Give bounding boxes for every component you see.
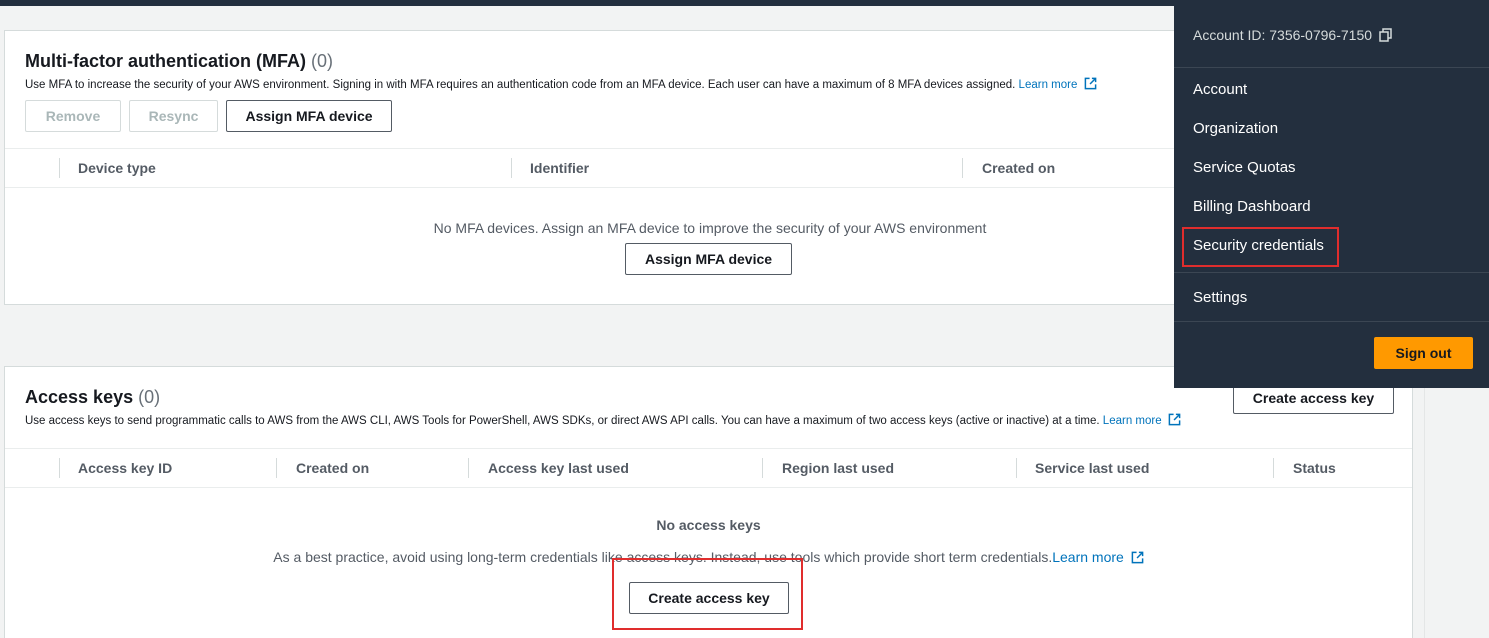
access-keys-empty-title: No access keys — [656, 517, 761, 533]
access-keys-empty-learn-more-link[interactable]: Learn more — [1052, 549, 1124, 565]
annotation-highlight-box — [612, 558, 803, 630]
external-link-icon — [1168, 413, 1181, 426]
column-divider — [468, 458, 469, 478]
external-link-icon — [1131, 551, 1144, 564]
menu-item-organization[interactable]: Organization — [1193, 120, 1278, 137]
account-dropdown-menu: Account ID: 7356-0796-7150 Account Organ… — [1174, 6, 1489, 388]
menu-item-account[interactable]: Account — [1193, 81, 1247, 98]
copy-icon[interactable] — [1379, 28, 1392, 42]
access-keys-description-text: Use access keys to send programmatic cal… — [25, 415, 1100, 427]
column-header-device-type[interactable]: Device type — [78, 149, 156, 187]
sign-out-button[interactable]: Sign out — [1374, 337, 1473, 369]
menu-divider — [1174, 272, 1489, 273]
external-link-icon — [1084, 77, 1096, 90]
column-divider — [511, 158, 512, 178]
column-header-created-on[interactable]: Created on — [982, 149, 1055, 187]
access-keys-description: Use access keys to send programmatic cal… — [25, 413, 1181, 427]
column-divider — [962, 158, 963, 178]
mfa-learn-more-link[interactable]: Learn more — [1019, 79, 1078, 91]
access-keys-table-header: Access key ID Created on Access key last… — [5, 448, 1412, 488]
mfa-description: Use MFA to increase the security of your… — [25, 77, 1097, 91]
column-header-access-key-id[interactable]: Access key ID — [78, 449, 172, 487]
column-header-identifier[interactable]: Identifier — [530, 149, 589, 187]
column-divider — [1273, 458, 1274, 478]
remove-button[interactable]: Remove — [25, 100, 121, 132]
column-divider — [59, 458, 60, 478]
column-header-service-last-used[interactable]: Service last used — [1035, 449, 1149, 487]
mfa-title: Multi-factor authentication (MFA) (0) — [25, 51, 333, 72]
column-divider — [276, 458, 277, 478]
account-id-text: Account ID: 7356-0796-7150 — [1193, 27, 1373, 43]
column-header-region-last-used[interactable]: Region last used — [782, 449, 894, 487]
access-keys-learn-more-link[interactable]: Learn more — [1103, 415, 1162, 427]
menu-divider — [1174, 321, 1489, 322]
column-divider — [1016, 458, 1017, 478]
access-keys-count: (0) — [138, 387, 161, 407]
menu-item-service-quotas[interactable]: Service Quotas — [1193, 159, 1296, 176]
menu-item-settings[interactable]: Settings — [1193, 289, 1247, 306]
column-divider — [762, 458, 763, 478]
column-header-access-key-last-used[interactable]: Access key last used — [488, 449, 629, 487]
column-divider — [59, 158, 60, 178]
mfa-count: (0) — [311, 51, 333, 71]
resync-button[interactable]: Resync — [129, 100, 218, 132]
column-header-created-on[interactable]: Created on — [296, 449, 369, 487]
access-keys-title: Access keys (0) — [25, 387, 160, 408]
mfa-title-text: Multi-factor authentication (MFA) — [25, 51, 306, 71]
account-id-row: Account ID: 7356-0796-7150 — [1193, 27, 1392, 43]
assign-mfa-device-empty-button[interactable]: Assign MFA device — [625, 243, 792, 275]
access-keys-title-text: Access keys — [25, 387, 134, 407]
mfa-description-text: Use MFA to increase the security of your… — [25, 79, 1016, 91]
menu-item-billing-dashboard[interactable]: Billing Dashboard — [1193, 198, 1311, 215]
menu-divider — [1174, 67, 1489, 68]
column-header-status[interactable]: Status — [1293, 449, 1336, 487]
assign-mfa-device-button[interactable]: Assign MFA device — [226, 100, 392, 132]
annotation-highlight-box — [1182, 227, 1339, 267]
